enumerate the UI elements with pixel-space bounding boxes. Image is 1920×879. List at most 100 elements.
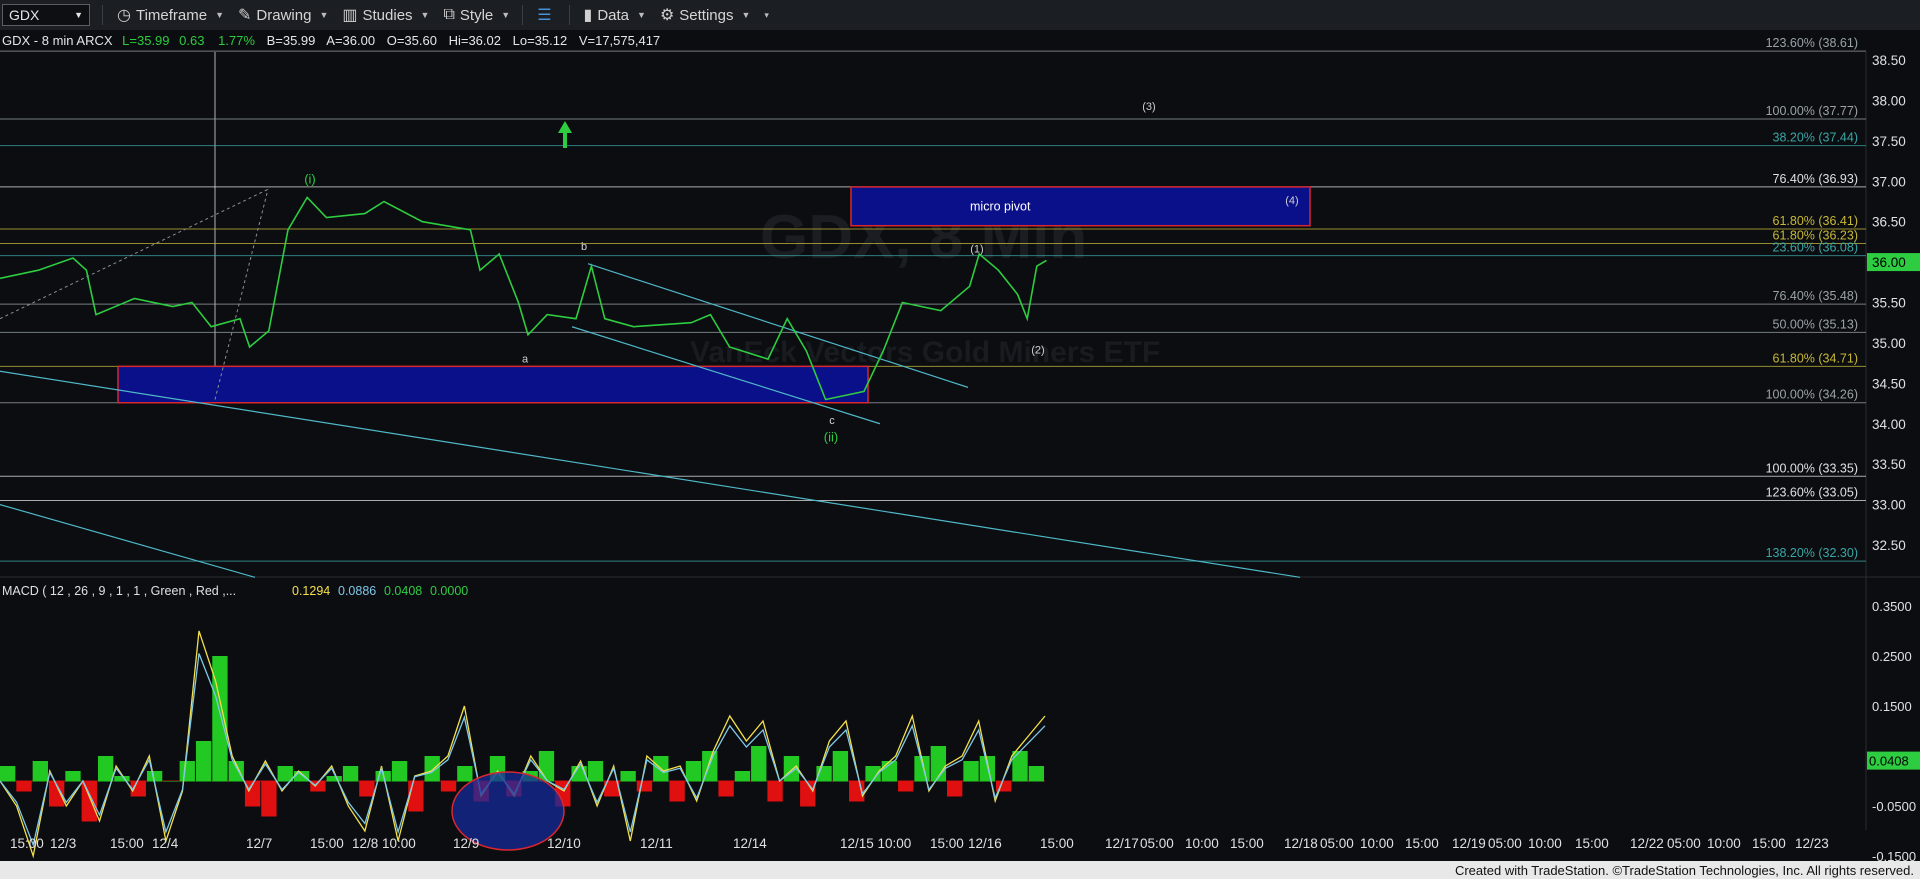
symbol-input[interactable]: GDX ▼: [2, 4, 90, 26]
macd-histogram-bar: [277, 766, 293, 782]
timeframe-button[interactable]: ◷ Timeframe ▼: [117, 5, 224, 25]
macd-histogram-bar: [16, 781, 32, 792]
wave-label: (ii): [824, 430, 838, 445]
drawing-button[interactable]: ✎ Drawing ▼: [238, 5, 328, 25]
macd-histogram-bar: [832, 751, 849, 782]
macd-histogram-bar: [1028, 766, 1044, 782]
price-tick-label: 34.50: [1872, 376, 1906, 391]
time-tick-label: 12/8 10:00: [352, 836, 416, 851]
time-tick-label: 15:00: [1405, 836, 1439, 851]
bid: B=35.99: [267, 33, 316, 48]
wave-label: (4): [1285, 195, 1298, 207]
settings-button[interactable]: ⚙ Settings ▼: [660, 5, 750, 25]
macd-histogram-bar: [293, 771, 310, 782]
macd-value: 0.0000: [430, 584, 468, 598]
macd-histogram-bar: [342, 766, 359, 782]
chart-background: [0, 30, 1920, 861]
fib-level-label: 23.60% (36.08): [1773, 241, 1858, 255]
macd-histogram-bar: [538, 751, 555, 782]
macd-histogram-bar: [685, 761, 702, 782]
time-tick-label: 12/3: [50, 836, 76, 851]
time-tick-label: 12/17: [1105, 836, 1139, 851]
macd-histogram-bar: [636, 781, 653, 792]
price-tick-label: 35.50: [1872, 296, 1906, 311]
chevron-down-icon: ▼: [420, 10, 430, 20]
macd-histogram-bar: [751, 746, 767, 782]
macd-histogram-bar: [179, 761, 195, 782]
macd-value: 0.0886: [338, 584, 376, 598]
macd-label: MACD ( 12 , 26 , 9 , 1 , 1 , Green , Red…: [2, 584, 236, 598]
style-button[interactable]: ⧉ Style ▼: [443, 6, 510, 24]
time-tick-label: 12/18: [1284, 836, 1318, 851]
macd-value: 0.1294: [292, 584, 330, 598]
macd-histogram-bar: [587, 761, 604, 782]
settings-label: Settings: [679, 6, 734, 24]
fib-level-label: 100.00% (33.35): [1766, 461, 1858, 475]
time-tick-label: 05:00: [1667, 836, 1701, 851]
toolbar-divider: [522, 5, 524, 25]
macd-value: 0.0408: [384, 584, 422, 598]
macd-histogram-bar: [261, 781, 277, 817]
time-tick-label: 15:00: [310, 836, 344, 851]
macd-histogram-bar: [391, 761, 408, 782]
macd-histogram-bar: [0, 766, 16, 782]
fib-level-label: 61.80% (36.41): [1773, 214, 1858, 228]
ask: A=36.00: [326, 33, 375, 48]
macd-histogram-bar: [163, 781, 179, 782]
studies-button[interactable]: ▥ Studies ▼: [342, 5, 429, 25]
time-tick-label: 05:00: [1488, 836, 1522, 851]
time-tick-label: 15:00: [1040, 836, 1074, 851]
timeframe-label: Timeframe: [135, 6, 208, 24]
open: O=35.60: [387, 33, 437, 48]
time-tick-label: 15:00: [110, 836, 144, 851]
price-tick-label: 33.50: [1872, 457, 1906, 472]
time-tick-label: 15:00: [1230, 836, 1264, 851]
time-tick-label: 05:00: [1140, 836, 1174, 851]
toolbar-overflow-button[interactable]: ▾: [764, 10, 769, 21]
studies-label: Studies: [362, 6, 413, 24]
macd-tick-label: 0.1500: [1872, 699, 1912, 714]
macd-histogram-bar: [963, 761, 979, 782]
time-tick-label: 12/10: [547, 836, 581, 851]
fib-level-label: 61.80% (34.71): [1773, 351, 1858, 365]
macd-histogram-bar: [65, 771, 81, 782]
time-tick-label: 12/22: [1630, 836, 1664, 851]
footer-credit: Created with TradeStation. ©TradeStation…: [1454, 863, 1914, 878]
price-chart[interactable]: GDX - 8 min ARCX L=35.99 0.63 1.77% B=35…: [0, 30, 1920, 861]
macd-histogram-bar: [669, 781, 685, 802]
macd-histogram-bar: [359, 781, 375, 797]
price-tick-label: 38.50: [1872, 53, 1906, 68]
last-price-badge-label: 36.00: [1872, 255, 1906, 270]
bar-chart-icon: ▮: [583, 7, 593, 24]
toolbar-divider: [102, 5, 103, 25]
time-tick-label: 12/4: [152, 836, 179, 851]
time-tick-label: 12/14: [733, 836, 767, 851]
data-button[interactable]: ▮ Data ▼: [584, 5, 646, 25]
macd-histogram-bar: [457, 766, 473, 782]
toolbar-divider: [568, 5, 570, 25]
time-tick-label: 10:00: [1528, 836, 1562, 851]
micro-pivot-label: micro pivot: [970, 199, 1031, 213]
high: Hi=36.02: [449, 33, 501, 48]
time-tick-label: 12/7: [246, 836, 272, 851]
fib-level-label: 138.20% (32.30): [1766, 546, 1858, 560]
macd-histogram-bar: [97, 756, 114, 782]
macd-histogram-bar: [424, 756, 440, 782]
layout-button[interactable]: ☰: [537, 5, 556, 25]
time-tick-label: 12/19: [1452, 836, 1486, 851]
time-tick-label: 12/15 10:00: [840, 836, 911, 851]
macd-histogram-bar: [620, 771, 636, 782]
macd-tick-label: 0.3500: [1872, 599, 1912, 614]
style-label: Style: [459, 6, 494, 24]
time-tick-label: 15:00: [1752, 836, 1786, 851]
macd-histogram-bar: [734, 771, 751, 782]
macd-histogram-bar: [898, 781, 914, 792]
wave-label: c: [829, 415, 835, 427]
fib-level-label: 100.00% (37.77): [1766, 104, 1858, 118]
time-tick-label: 12/11: [640, 836, 673, 851]
wave-label: (3): [1142, 101, 1155, 113]
wave-label: (i): [304, 172, 316, 187]
time-tick-label: 15:00: [10, 836, 44, 851]
time-tick-label: 12/23: [1795, 836, 1829, 851]
chevron-down-icon[interactable]: ▼: [74, 10, 83, 20]
